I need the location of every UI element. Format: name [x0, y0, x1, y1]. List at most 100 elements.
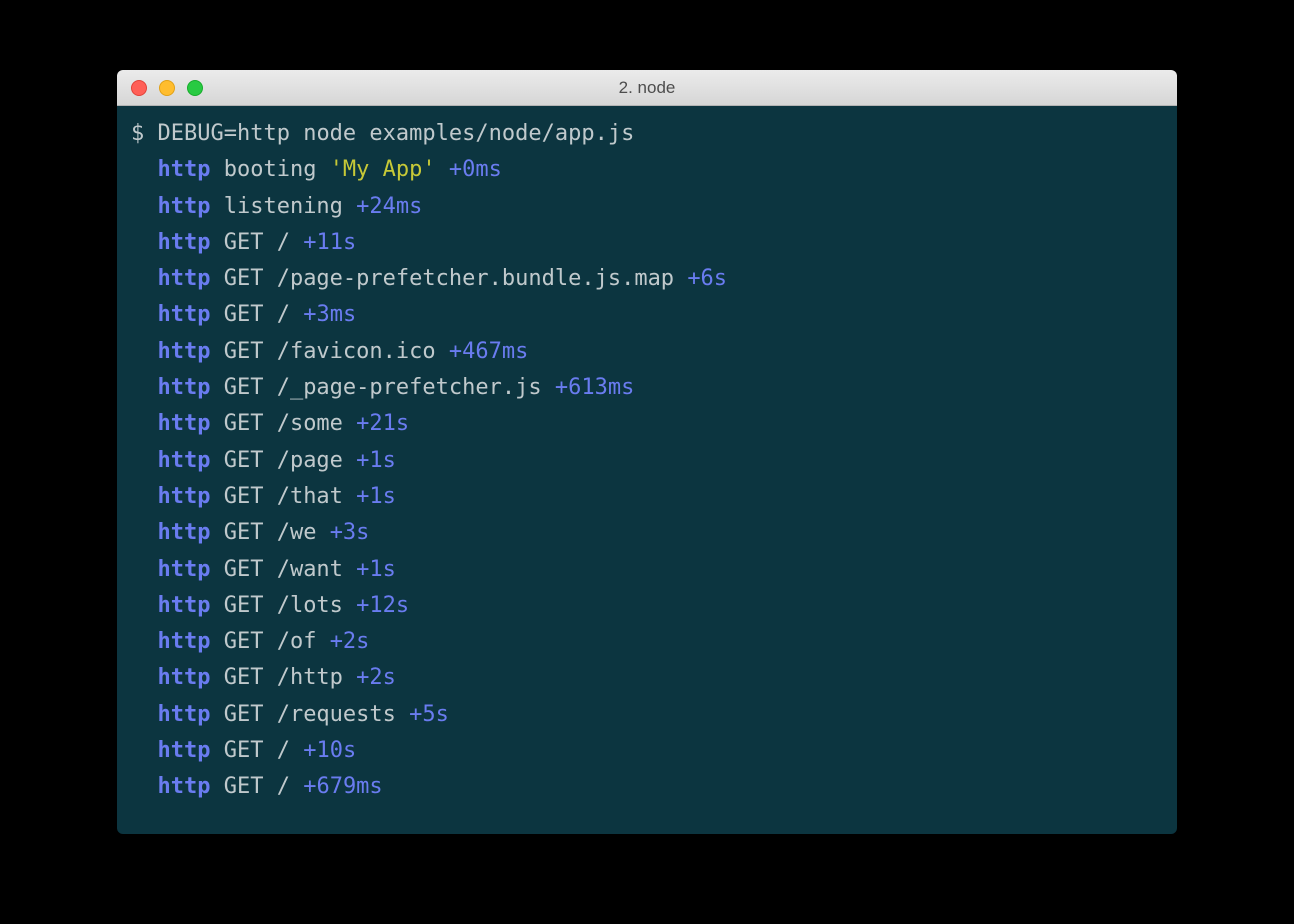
log-tag: http	[157, 302, 210, 327]
log-timing: +3s	[330, 520, 370, 545]
log-tag: http	[157, 702, 210, 727]
log-message: GET /	[224, 230, 303, 255]
window-title: 2. node	[619, 78, 676, 98]
indent	[131, 697, 157, 733]
indent	[131, 443, 157, 479]
log-message-post	[436, 157, 449, 182]
indent	[131, 225, 157, 261]
log-tag: http	[157, 266, 210, 291]
log-timing: +2s	[330, 629, 370, 654]
indent	[131, 152, 157, 188]
indent	[131, 370, 157, 406]
indent	[131, 733, 157, 769]
log-timing: +2s	[356, 665, 396, 690]
titlebar[interactable]: 2. node	[117, 70, 1177, 106]
log-line: http GET /we +3s	[131, 515, 1163, 551]
log-timing: +1s	[356, 484, 396, 509]
indent	[131, 189, 157, 225]
indent	[131, 552, 157, 588]
log-message: GET /that	[224, 484, 356, 509]
log-message: GET /http	[224, 665, 356, 690]
log-timing: +0ms	[449, 157, 502, 182]
log-message: booting	[224, 157, 330, 182]
log-line: http GET /http +2s	[131, 660, 1163, 696]
indent	[131, 515, 157, 551]
log-line: http booting 'My App' +0ms	[131, 152, 1163, 188]
log-message: GET /page-prefetcher.bundle.js.map	[224, 266, 688, 291]
log-tag: http	[157, 157, 210, 182]
log-timing: +3ms	[303, 302, 356, 327]
close-icon[interactable]	[131, 80, 147, 96]
log-message: GET /some	[224, 411, 356, 436]
indent	[131, 588, 157, 624]
log-message: GET /want	[224, 557, 356, 582]
log-tag: http	[157, 339, 210, 364]
indent	[131, 406, 157, 442]
log-timing: +21s	[356, 411, 409, 436]
log-timing: +6s	[687, 266, 727, 291]
log-message: GET /	[224, 738, 303, 763]
log-line: http GET / +10s	[131, 733, 1163, 769]
log-line: http GET / +3ms	[131, 297, 1163, 333]
log-timing: +24ms	[356, 194, 422, 219]
log-quoted: 'My App'	[330, 157, 436, 182]
log-timing: +11s	[303, 230, 356, 255]
log-line: http GET /_page-prefetcher.js +613ms	[131, 370, 1163, 406]
log-message: listening	[224, 194, 356, 219]
log-message: GET /	[224, 302, 303, 327]
log-line: http GET /of +2s	[131, 624, 1163, 660]
log-tag: http	[157, 629, 210, 654]
terminal-window: 2. node $ DEBUG=http node examples/node/…	[117, 70, 1177, 834]
log-line: http GET /favicon.ico +467ms	[131, 334, 1163, 370]
log-timing: +12s	[356, 593, 409, 618]
log-tag: http	[157, 774, 210, 799]
log-line: http GET /some +21s	[131, 406, 1163, 442]
log-line: http GET /page-prefetcher.bundle.js.map …	[131, 261, 1163, 297]
minimize-icon[interactable]	[159, 80, 175, 96]
indent	[131, 624, 157, 660]
indent	[131, 334, 157, 370]
log-line: http GET /requests +5s	[131, 697, 1163, 733]
log-line: http GET /want +1s	[131, 552, 1163, 588]
log-line: http GET /lots +12s	[131, 588, 1163, 624]
log-message: GET /requests	[224, 702, 409, 727]
log-message: GET /page	[224, 448, 356, 473]
log-message: GET /lots	[224, 593, 356, 618]
log-timing: +10s	[303, 738, 356, 763]
log-timing: +1s	[356, 448, 396, 473]
log-line: http GET / +679ms	[131, 769, 1163, 805]
command-line: $ DEBUG=http node examples/node/app.js	[131, 116, 1163, 152]
log-timing: +679ms	[303, 774, 382, 799]
log-tag: http	[157, 230, 210, 255]
traffic-lights	[131, 80, 203, 96]
indent	[131, 261, 157, 297]
indent	[131, 769, 157, 805]
indent	[131, 479, 157, 515]
log-timing: +613ms	[555, 375, 634, 400]
log-tag: http	[157, 520, 210, 545]
terminal-body[interactable]: $ DEBUG=http node examples/node/app.js h…	[117, 106, 1177, 834]
log-tag: http	[157, 194, 210, 219]
log-line: http GET / +11s	[131, 225, 1163, 261]
log-tag: http	[157, 738, 210, 763]
log-line: http listening +24ms	[131, 189, 1163, 225]
log-tag: http	[157, 411, 210, 436]
log-tag: http	[157, 484, 210, 509]
log-message: GET /_page-prefetcher.js	[224, 375, 555, 400]
log-timing: +467ms	[449, 339, 528, 364]
log-tag: http	[157, 375, 210, 400]
log-message: GET /favicon.ico	[224, 339, 449, 364]
log-output: http booting 'My App' +0ms http listenin…	[131, 152, 1163, 805]
log-message: GET /of	[224, 629, 330, 654]
indent	[131, 660, 157, 696]
log-tag: http	[157, 448, 210, 473]
command-text: DEBUG=http node examples/node/app.js	[158, 121, 635, 146]
log-tag: http	[157, 665, 210, 690]
log-timing: +1s	[356, 557, 396, 582]
zoom-icon[interactable]	[187, 80, 203, 96]
indent	[131, 297, 157, 333]
prompt-symbol: $	[131, 121, 158, 146]
log-line: http GET /page +1s	[131, 443, 1163, 479]
log-line: http GET /that +1s	[131, 479, 1163, 515]
log-tag: http	[157, 593, 210, 618]
